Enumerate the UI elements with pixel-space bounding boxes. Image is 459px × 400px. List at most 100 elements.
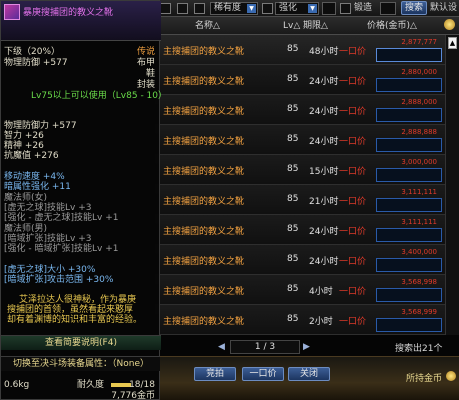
tooltip-header: 暴庚搜捕团的教义之靴 [1,1,161,41]
item-tooltip: 暴庚搜捕团的教义之靴 下级（20%） 传说 物理防御 +577 布甲 鞋 封装 … [0,0,167,400]
buyout-button[interactable]: 一口价 [242,367,284,381]
table-row[interactable]: 主搜捕团的教义之靴 85 48小时 一口价 2,877,777 [155,35,459,65]
table-row[interactable]: 主搜捕团的教义之靴 85 24小时 一口价 2,880,000 [155,65,459,95]
item-type3: 封装 [136,80,155,90]
boots-icon [4,4,20,20]
enhance-select[interactable]: 强化 ▼ [275,2,319,15]
item-level: 85 [287,134,299,144]
item-name: 主搜捕团的教义之靴 [163,227,245,237]
page-indicator: 1 / 3 [230,340,300,354]
price-box [376,318,442,332]
item-name: 主搜捕团的教义之靴 [163,167,245,177]
price-box [376,168,442,182]
durability-bar [111,383,131,387]
table-row[interactable]: 主搜捕团的教义之靴 85 4小时 一口价 3,568,998 [155,275,459,305]
buyout-tag: 一口价 [339,77,367,87]
durability-value: 18/18 [129,380,155,390]
header-price[interactable]: 价格(金币)△ [367,20,417,32]
price-box [376,228,442,242]
skill-head-2: 魔法师(男) [4,224,48,234]
filter-checkbox-2[interactable] [177,3,188,14]
search-result-count: 搜索出21个 [395,344,443,354]
item-name: 主搜捕团的教义之靴 [163,317,245,327]
bid-button[interactable]: 竞拍 [194,367,236,381]
rarity-select[interactable]: 稀有度 ▼ [210,2,258,15]
skill-line-6: [暗域扩张]攻击范围 +30% [4,275,114,285]
durability-label: 耐久度 [77,380,105,390]
table-row[interactable]: 主搜捕团的教义之靴 85 24小时 一口价 2,888,000 [155,95,459,125]
header-time[interactable]: 期限△ [303,20,328,32]
item-level: 85 [287,164,299,174]
filter-checkbox-3[interactable] [194,3,205,14]
skill-line-1: [虚无之球]技能Lv +3 [4,203,92,213]
gold-label: 所持金币 [406,374,443,384]
flavor-line-2: 搜捕团的首领，虽然看起来憨厚 [7,305,134,315]
gold-coin-icon [446,371,456,381]
duel-set-line: 切换至决斗场装备属性：（None） [1,356,161,371]
time-left: 24小时 [309,107,339,117]
item-level: 85 [287,224,299,234]
time-left: 24小时 [309,77,339,87]
enhance-value-input[interactable] [322,2,336,15]
prev-page-icon[interactable]: ◀ [218,342,228,352]
price-box [376,78,442,92]
default-setting-label[interactable]: 默认设 [430,2,457,15]
gold-coin-icon [444,19,455,30]
chevron-down-icon: ▼ [247,4,256,13]
item-name: 主搜捕团的教义之靴 [163,287,245,297]
skill-line-4: [强化 - 暗域扩张]技能Lv +1 [4,244,119,254]
header-name[interactable]: 名称△ [195,20,220,32]
table-row[interactable]: 主搜捕团的教义之靴 85 24小时 一口价 2,888,888 [155,125,459,155]
legend-tag: 传说 [136,47,155,57]
item-name: 主搜捕团的教义之靴 [163,197,245,207]
next-page-icon[interactable]: ▶ [303,342,313,352]
item-type2: 鞋 [145,69,155,79]
close-button[interactable]: 关闭 [288,367,330,381]
stat-line-1: 物理防御力 +577 [4,121,77,131]
item-name: 主搜捕团的教义之靴 [163,137,245,147]
table-row[interactable]: 主搜捕团的教义之靴 85 24小时 一口价 3,111,111 [155,215,459,245]
effect-line-2: 暗属性强化 +11 [4,182,71,192]
item-name: 主搜捕团的教义之靴 [163,107,245,117]
item-name: 主搜捕团的教义之靴 [163,257,245,267]
time-left: 21小时 [309,197,339,207]
forge-checkbox[interactable] [340,3,351,14]
effect-line-1: 移动速度 +4% [4,172,65,182]
item-price: 3,568,998 [401,278,437,286]
view-brief-button[interactable]: 查看简要说明(F4) [1,335,161,350]
sell-price: 7,776金币 [111,391,155,400]
table-row[interactable]: 主搜捕团的教义之靴 85 2小时 一口价 3,568,999 [155,305,459,335]
item-price: 3,568,999 [401,308,437,316]
item-name: 主搜捕团的教义之靴 [163,77,245,87]
flavor-line-1: 艾泽拉达人很神秘，作为暴庚 [19,295,137,305]
enhance-checkbox[interactable] [262,3,273,14]
time-left: 48小时 [309,47,339,57]
time-left: 24小时 [309,257,339,267]
item-price: 2,877,777 [401,38,437,46]
skill-line-3: [暗域扩张]技能Lv +3 [4,234,92,244]
buyout-tag: 一口价 [339,257,367,267]
filter-checkbox-1[interactable] [160,3,171,14]
scrollbar-up-button[interactable]: ▲ [448,37,457,49]
table-row[interactable]: 主搜捕团的教义之靴 85 21小时 一口价 3,111,111 [155,185,459,215]
skill-head-1: 魔法师(女) [4,193,48,203]
buyout-tag: 一口价 [339,47,367,57]
time-left: 4小时 [309,287,333,297]
item-weight: 0.6kg [4,380,30,390]
durability-fill [111,383,131,387]
table-row[interactable]: 主搜捕团的教义之靴 85 15小时 一口价 3,000,000 [155,155,459,185]
table-row[interactable]: 主搜捕团的教义之靴 85 24小时 一口价 3,400,000 [155,245,459,275]
item-price: 3,400,000 [401,248,437,256]
scrollbar[interactable]: ▲ [445,35,459,335]
skill-line-2: [强化 - 虚无之球]技能Lv +1 [4,213,119,223]
header-level[interactable]: Lv△ [283,20,300,32]
flavor-line-3: 却有着渊博的知识和丰富的经验。 [7,315,143,325]
forge-value-input[interactable] [380,2,396,15]
buyout-tag: 一口价 [339,107,367,117]
stat-line-3: 精神 +26 [4,141,44,151]
item-price: 3,111,111 [401,218,437,226]
item-price: 2,888,888 [401,128,437,136]
item-name: 主搜捕团的教义之靴 [163,47,245,57]
search-button[interactable]: 搜索 [401,1,427,15]
item-type1: 布甲 [136,58,155,68]
